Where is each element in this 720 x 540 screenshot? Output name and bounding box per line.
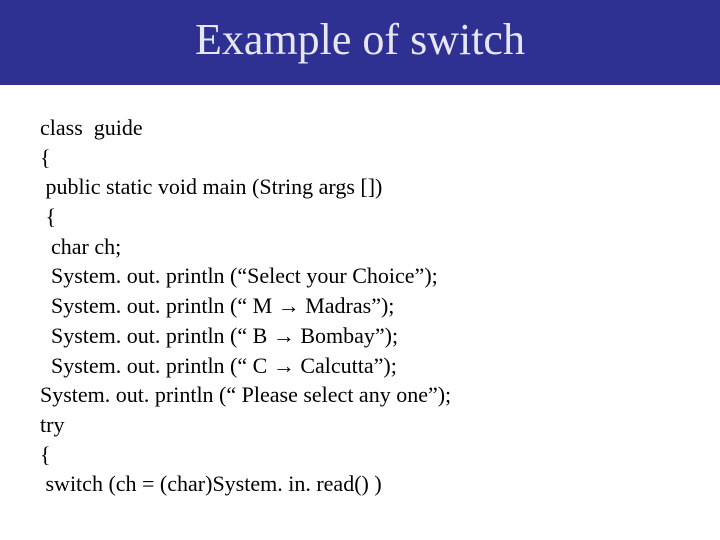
code-line: { [40,440,680,470]
code-line: try [40,410,680,440]
slide-title: Example of switch [0,14,720,65]
code-line: class guide [40,113,680,143]
slide-body: class guide { public static void main (S… [0,85,720,499]
code-line: System. out. println (“ Please select an… [40,380,680,410]
code-line: System. out. println (“ B → Bombay”); [40,321,680,351]
code-line: System. out. println (“ C → Calcutta”); [40,351,680,381]
code-line: char ch; [40,232,680,262]
code-line: System. out. println (“ M → Madras”); [40,291,680,321]
slide-header: Example of switch [0,0,720,85]
code-line: System. out. println (“Select your Choic… [40,261,680,291]
code-line: { [40,143,680,173]
code-line: { [40,202,680,232]
code-line: public static void main (String args []) [40,172,680,202]
code-line: switch (ch = (char)System. in. read() ) [40,469,680,499]
